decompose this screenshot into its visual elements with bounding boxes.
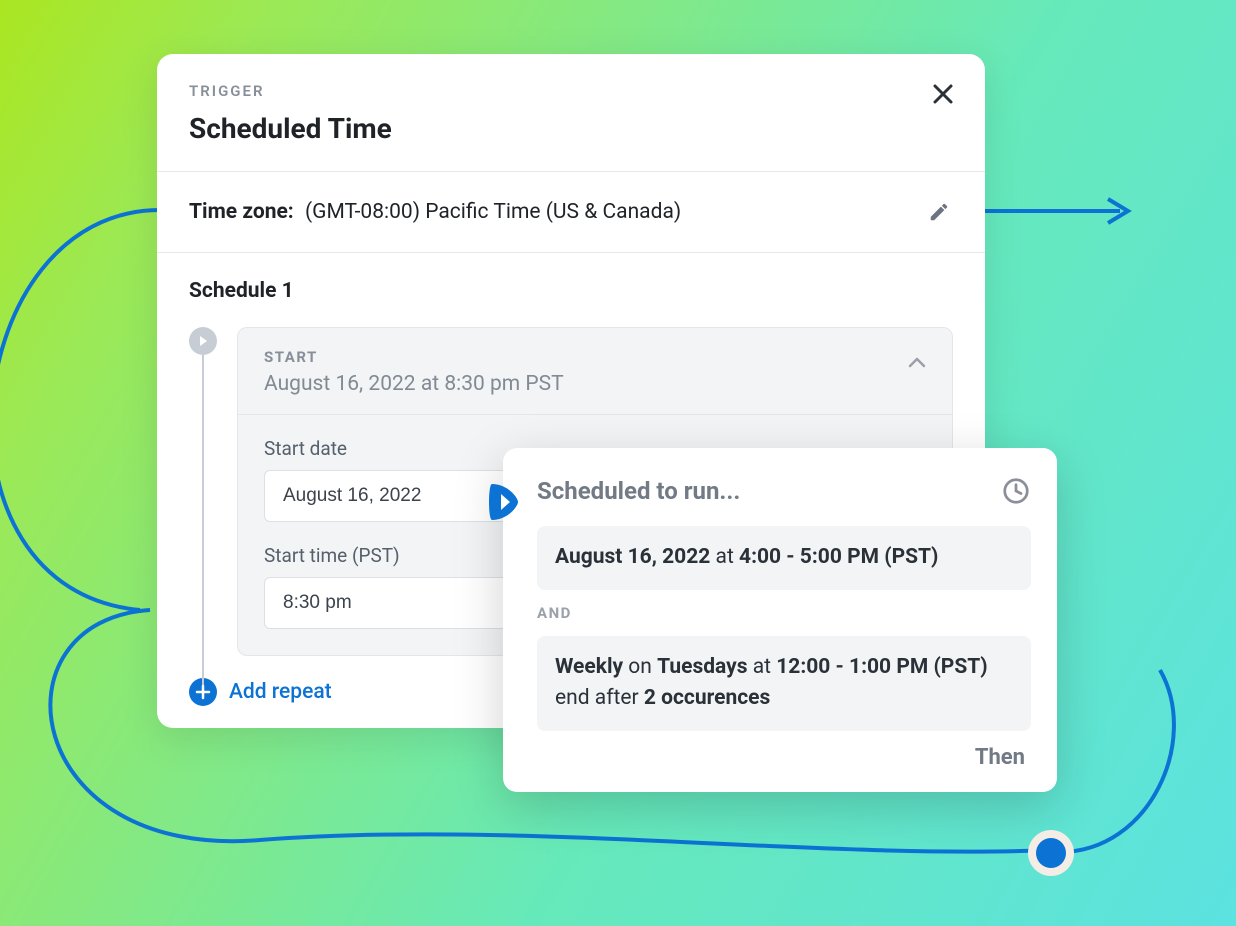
entry1-time: 4:00 - 5:00 PM (PST): [739, 545, 938, 569]
entry1-at: at: [710, 545, 739, 569]
timeline-start-node: [189, 327, 217, 355]
panel-header: TRIGGER Scheduled Time: [157, 54, 985, 172]
schedule-entry-1: August 16, 2022 at 4:00 - 5:00 PM (PST): [537, 526, 1031, 590]
timezone-text: Time zone: (GMT-08:00) Pacific Time (US …: [189, 200, 681, 224]
timezone-value: (GMT-08:00) Pacific Time (US & Canada): [305, 200, 681, 224]
entry2-count: 2 occurences: [644, 686, 770, 710]
popup-title: Scheduled to run...: [537, 477, 740, 505]
start-summary: August 16, 2022 at 8:30 pm PST: [264, 372, 564, 396]
edit-timezone-button[interactable]: [925, 198, 953, 226]
clock-icon: [1001, 476, 1031, 506]
entry2-on: on: [623, 655, 657, 679]
timeline-line: [202, 355, 204, 685]
and-separator: AND: [537, 604, 1031, 622]
close-icon: [932, 83, 954, 105]
popup-pointer-icon: [486, 480, 522, 524]
timezone-label: Time zone:: [189, 200, 294, 224]
popup-header: Scheduled to run...: [537, 476, 1031, 506]
timeline-rail: [189, 327, 217, 656]
entry2-time: 12:00 - 1:00 PM (PST): [776, 655, 987, 679]
schedule-entry-2: Weekly on Tuesdays at 12:00 - 1:00 PM (P…: [537, 636, 1031, 731]
close-button[interactable]: [929, 80, 957, 108]
start-card-header[interactable]: START August 16, 2022 at 8:30 pm PST: [238, 328, 952, 414]
start-label: START: [264, 348, 564, 366]
entry2-at: at: [748, 655, 777, 679]
chevron-up-icon: [908, 357, 926, 369]
entry1-date: August 16, 2022: [555, 545, 710, 569]
schedule-title: Schedule 1: [189, 279, 953, 303]
pencil-icon: [928, 201, 950, 223]
then-label: Then: [537, 745, 1031, 770]
play-icon: [197, 335, 209, 347]
entry2-freq: Weekly: [555, 655, 623, 679]
panel-kicker: TRIGGER: [189, 82, 953, 100]
entry2-end: end after: [555, 686, 644, 710]
timezone-row: Time zone: (GMT-08:00) Pacific Time (US …: [157, 172, 985, 253]
collapse-toggle[interactable]: [908, 354, 926, 373]
panel-title: Scheduled Time: [189, 112, 953, 145]
scheduled-popup: Scheduled to run... August 16, 2022 at 4…: [503, 448, 1057, 792]
add-repeat-label: Add repeat: [229, 680, 332, 704]
flow-connector-node[interactable]: [1028, 830, 1074, 876]
connector-dot-icon: [1036, 838, 1066, 868]
plus-icon: [195, 684, 211, 700]
entry2-day: Tuesdays: [657, 655, 747, 679]
